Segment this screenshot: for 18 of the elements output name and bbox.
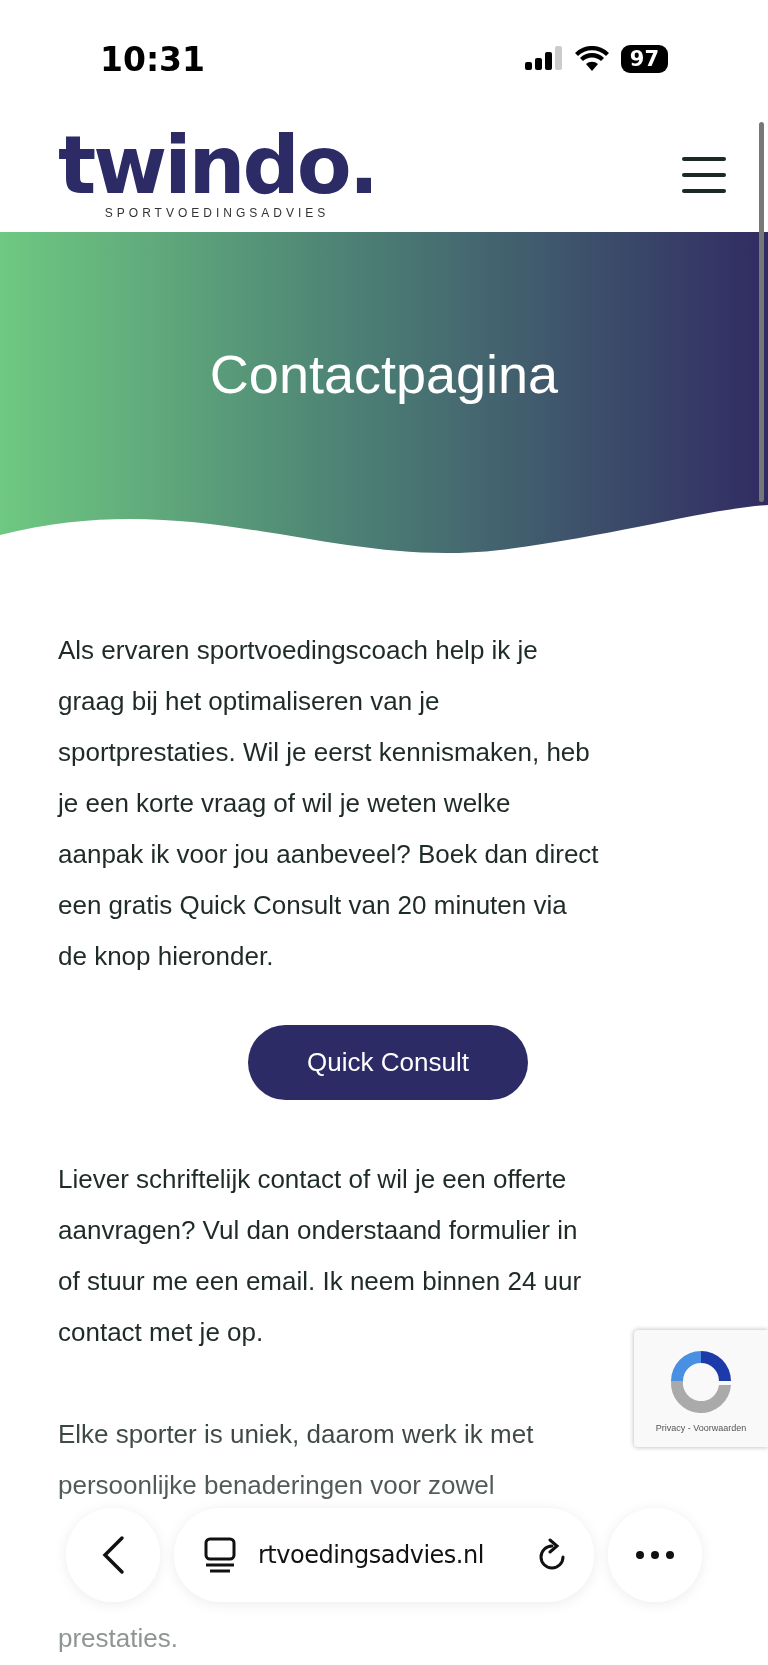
- url-text: rtvoedingsadvies.nl: [258, 1541, 485, 1569]
- intro-paragraph: Als ervaren sportvoedingscoach help ik je graag bij het optimaliseren van je sportprestaties. Wil je eerst kennismaken, heb je een korte vraag of wil je weten welke aanpak ik voor jou aanbeveel? Boek dan direct een gratis Quick Consult van 20 minuten via de knop hieronder.: [58, 634, 600, 973]
- signal-icon: [524, 46, 563, 72]
- wifi-icon: [574, 46, 609, 72]
- back-icon: [100, 1535, 126, 1575]
- more-icon: [635, 1550, 675, 1560]
- status-time: 10:31: [100, 39, 206, 79]
- logo[interactable]: twindo. SPORTVOEDINGSADVIES: [58, 130, 377, 220]
- address-bar[interactable]: rtvoedingsadvies.nl: [174, 1508, 594, 1602]
- recaptcha-links[interactable]: Privacy - Voorwaarden: [655, 1423, 747, 1433]
- battery-level: 97: [620, 45, 668, 73]
- contact-paragraph: Liever schriftelijk contact of wil je een offerte aanvragen? Vul dan onderstaand formulier in of stuur me een email. Ik neem binnen 24 uur contact met je op.: [58, 1163, 583, 1349]
- quick-consult-button[interactable]: Quick Consult: [248, 1025, 528, 1100]
- menu-button[interactable]: [682, 157, 726, 193]
- unique-paragraph: Elke sporter is uniek, daarom werk ik met persoonlijke benaderingen voor zowel: [58, 1418, 534, 1502]
- tabs-icon[interactable]: [204, 1537, 236, 1573]
- page-title: Contactpagina: [209, 342, 559, 405]
- paragraph-end: prestaties.: [58, 1622, 178, 1655]
